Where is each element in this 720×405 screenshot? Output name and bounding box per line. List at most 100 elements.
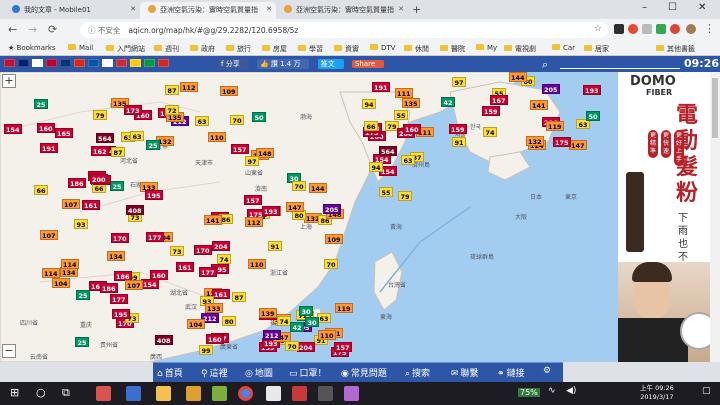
aqi-station-marker[interactable]: 186 [68, 178, 86, 188]
facebook-like-button[interactable]: 👍 讚 1.4 万 [256, 59, 310, 69]
aqi-station-marker[interactable]: 162 [91, 146, 109, 156]
aqi-station-marker[interactable]: 157 [334, 342, 352, 352]
notification-icon[interactable]: ▢ [702, 386, 711, 396]
aqi-station-marker[interactable]: 139 [259, 308, 277, 318]
language-flag-icon[interactable] [4, 59, 15, 67]
aqi-station-marker[interactable]: 161 [212, 289, 230, 299]
aqi-station-marker[interactable]: 80 [222, 316, 236, 326]
aqi-station-marker[interactable]: 205 [323, 204, 341, 214]
taskbar-app-icon[interactable] [96, 386, 111, 401]
aqi-station-marker[interactable]: 119 [335, 303, 353, 313]
aqi-station-marker[interactable]: 564 [379, 146, 397, 156]
aqi-station-marker[interactable]: 165 [55, 128, 73, 138]
aqi-station-marker[interactable]: 160 [403, 124, 421, 134]
aqi-station-marker[interactable]: 175 [553, 137, 571, 147]
aqi-station-marker[interactable]: 170 [111, 233, 129, 243]
aqi-station-marker[interactable]: 107 [62, 199, 80, 209]
aqi-station-marker[interactable]: 144 [309, 183, 327, 193]
aqi-station-marker[interactable]: 177 [146, 232, 164, 242]
aqi-station-marker[interactable]: 204 [212, 241, 230, 251]
aqi-station-marker[interactable]: 79 [398, 191, 412, 201]
advertisement-panel[interactable]: DOMO FIBER 電動髮粉 更精準 更快速 更好上手 下雨也不掉色 ⓘ [618, 72, 720, 362]
aqi-station-marker[interactable]: 193 [583, 85, 601, 95]
aqi-station-marker[interactable]: 160 [150, 270, 168, 280]
zoom-out-button[interactable]: − [2, 344, 16, 358]
aqi-station-marker[interactable]: 73 [170, 246, 184, 256]
bookmark-folder[interactable]: 休閒 [404, 44, 429, 54]
windows-start-icon[interactable]: ⊞ [10, 386, 19, 399]
tab-mobile01[interactable]: 我的文章 - Mobile01 ✕ [4, 2, 140, 19]
aqi-station-marker[interactable]: 63 [317, 313, 331, 323]
aqi-station-marker[interactable]: 170 [194, 245, 212, 255]
bookmark-folder[interactable]: 政府 [190, 44, 215, 54]
aqi-station-marker[interactable]: 161 [82, 200, 100, 210]
aqi-station-marker[interactable]: 87 [232, 292, 246, 302]
aqi-station-marker[interactable]: 133 [205, 303, 223, 313]
aqi-station-marker[interactable]: 159 [482, 106, 500, 116]
nav-contact[interactable]: ✉ 聯繫 [451, 366, 479, 379]
aqi-station-marker[interactable]: 70 [292, 181, 306, 191]
aqi-station-marker[interactable]: 42 [441, 97, 455, 107]
language-flag-icon[interactable] [102, 59, 113, 67]
minimize-button[interactable]: – [642, 2, 647, 13]
aqi-station-marker[interactable]: 110 [208, 132, 226, 142]
window-close-button[interactable]: ✕ [698, 2, 706, 13]
aqi-station-marker[interactable]: 160 [206, 334, 224, 344]
close-tab-icon[interactable]: ✕ [130, 5, 136, 13]
bookmark-folder[interactable]: DTV [370, 44, 395, 52]
aqi-station-marker[interactable]: 74 [277, 316, 291, 326]
aqi-station-marker[interactable]: 25 [75, 337, 89, 347]
system-clock[interactable]: 上午 09:26 2019/3/17 [640, 384, 674, 402]
twitter-tweet-button[interactable]: 推文 [317, 59, 344, 69]
aqi-station-marker[interactable]: 97 [452, 77, 466, 87]
bookmark-folder[interactable]: 房屋 [262, 44, 287, 54]
language-flag-icon[interactable] [158, 59, 169, 67]
aqi-station-marker[interactable]: 42 [290, 322, 304, 332]
taskbar-app-icon[interactable] [318, 386, 333, 401]
aqi-station-marker[interactable]: 135 [402, 98, 420, 108]
back-button[interactable]: ← [8, 23, 17, 36]
aqi-station-marker[interactable]: 147 [286, 202, 304, 212]
nav-mask[interactable]: ▭ 口罩！ [289, 366, 327, 379]
extension-icon[interactable] [670, 24, 680, 34]
aqi-station-marker[interactable]: 91 [452, 137, 466, 147]
aqi-station-marker[interactable]: 104 [52, 278, 70, 288]
aqi-station-marker[interactable]: 157 [231, 144, 249, 154]
nav-here[interactable]: ⚲ 這裡 [201, 366, 228, 379]
aqi-station-marker[interactable]: 177 [110, 294, 128, 304]
extension-icon[interactable] [642, 24, 652, 34]
aqi-station-marker[interactable]: 109 [325, 234, 343, 244]
chrome-taskbar-icon[interactable] [238, 386, 253, 401]
aqi-station-marker[interactable]: 205 [542, 84, 560, 94]
nav-home[interactable]: ⌂ 首頁 [157, 366, 183, 379]
aqi-station-marker[interactable]: 141 [204, 215, 222, 225]
taskbar-app-icon[interactable] [292, 386, 307, 401]
aqi-station-marker[interactable]: 186 [100, 283, 118, 293]
aqi-station-marker[interactable]: 114 [42, 268, 60, 278]
aqi-station-marker[interactable]: 91 [268, 241, 282, 251]
aqi-station-marker[interactable]: 195 [145, 190, 163, 200]
language-flag-icon[interactable] [60, 59, 71, 67]
aqi-station-marker[interactable]: 63 [401, 155, 415, 165]
language-flag-icon[interactable] [116, 59, 127, 67]
language-flag-icon[interactable] [46, 59, 57, 67]
aqi-station-marker[interactable]: 30 [299, 306, 313, 316]
aqi-station-marker[interactable]: 157 [244, 195, 262, 205]
aqi-station-marker[interactable]: 408 [126, 205, 144, 215]
aqi-station-marker[interactable]: 111 [395, 88, 413, 98]
aqi-station-marker[interactable]: 160 [37, 123, 55, 133]
aqi-station-marker[interactable]: 25 [34, 99, 48, 109]
aqi-station-marker[interactable]: 70 [324, 259, 338, 269]
aqi-station-marker[interactable]: 74 [483, 127, 497, 137]
aqi-station-marker[interactable]: 159 [449, 124, 467, 134]
aqi-station-marker[interactable]: 93 [74, 219, 88, 229]
bookmark-folder[interactable]: 電視劇 [504, 44, 536, 54]
facebook-share-button[interactable]: f 分享 [218, 59, 249, 69]
aqi-station-marker[interactable]: 167 [490, 95, 508, 105]
taskbar-app-icon[interactable] [212, 386, 227, 401]
aqi-station-marker[interactable]: 109 [220, 86, 238, 96]
aqi-station-marker[interactable]: 147 [569, 140, 587, 150]
aqi-station-marker[interactable]: 55 [394, 110, 408, 120]
language-flag-icon[interactable] [144, 59, 155, 67]
aqi-station-marker[interactable]: 112 [245, 217, 263, 227]
